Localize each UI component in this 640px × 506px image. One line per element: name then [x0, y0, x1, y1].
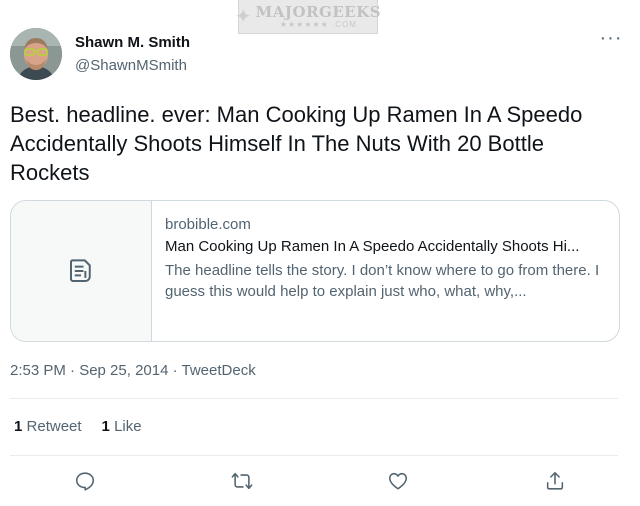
- retweet-icon: [231, 472, 253, 490]
- share-button[interactable]: [530, 466, 580, 496]
- author-display-name[interactable]: Shawn M. Smith: [75, 34, 190, 51]
- action-bar: [60, 466, 580, 496]
- card-title: Man Cooking Up Ramen In A Speedo Acciden…: [165, 238, 580, 255]
- avatar-image: [10, 28, 62, 80]
- card-thumbnail: [11, 201, 152, 341]
- watermark-sub-text: ★★★★★★ .COM: [279, 19, 357, 29]
- watermark-main-text: MAJORGEEKS: [255, 2, 382, 21]
- engagement-stats: 1 Retweet 1 Like: [14, 418, 142, 435]
- card-domain: brobible.com: [165, 216, 251, 233]
- retweet-stat[interactable]: 1 Retweet: [14, 418, 82, 435]
- divider: [10, 455, 618, 456]
- more-options-icon[interactable]: ···: [596, 28, 626, 54]
- retweet-stat-label: Retweet: [26, 418, 82, 435]
- divider: [10, 398, 618, 399]
- like-icon: [389, 472, 408, 490]
- tweet-text: Best. headline. ever: Man Cooking Up Ram…: [10, 102, 583, 185]
- majorgeeks-watermark: ✦ MAJORGEEKS ★★★★★★ .COM: [234, 0, 382, 34]
- retweet-button[interactable]: [217, 466, 267, 496]
- like-count: 1: [101, 418, 110, 435]
- card-description: The headline tells the story. I don’t kn…: [165, 262, 600, 300]
- link-card[interactable]: brobible.com Man Cooking Up Ramen In A S…: [10, 200, 620, 342]
- like-button[interactable]: [373, 466, 423, 496]
- reply-button[interactable]: [60, 466, 110, 496]
- share-icon: [546, 471, 564, 490]
- tweet-timestamp[interactable]: 2:53 PM · Sep 25, 2014 · TweetDeck: [10, 362, 256, 379]
- reply-icon: [75, 472, 95, 491]
- majorgeeks-logo-icon: ✦: [234, 5, 252, 28]
- document-icon: [70, 259, 91, 282]
- like-stat[interactable]: 1 Like: [102, 418, 142, 435]
- retweet-count: 1: [14, 418, 23, 435]
- avatar[interactable]: [10, 28, 62, 80]
- author-handle[interactable]: @ShawnMSmith: [75, 57, 187, 74]
- like-stat-label: Like: [114, 418, 142, 435]
